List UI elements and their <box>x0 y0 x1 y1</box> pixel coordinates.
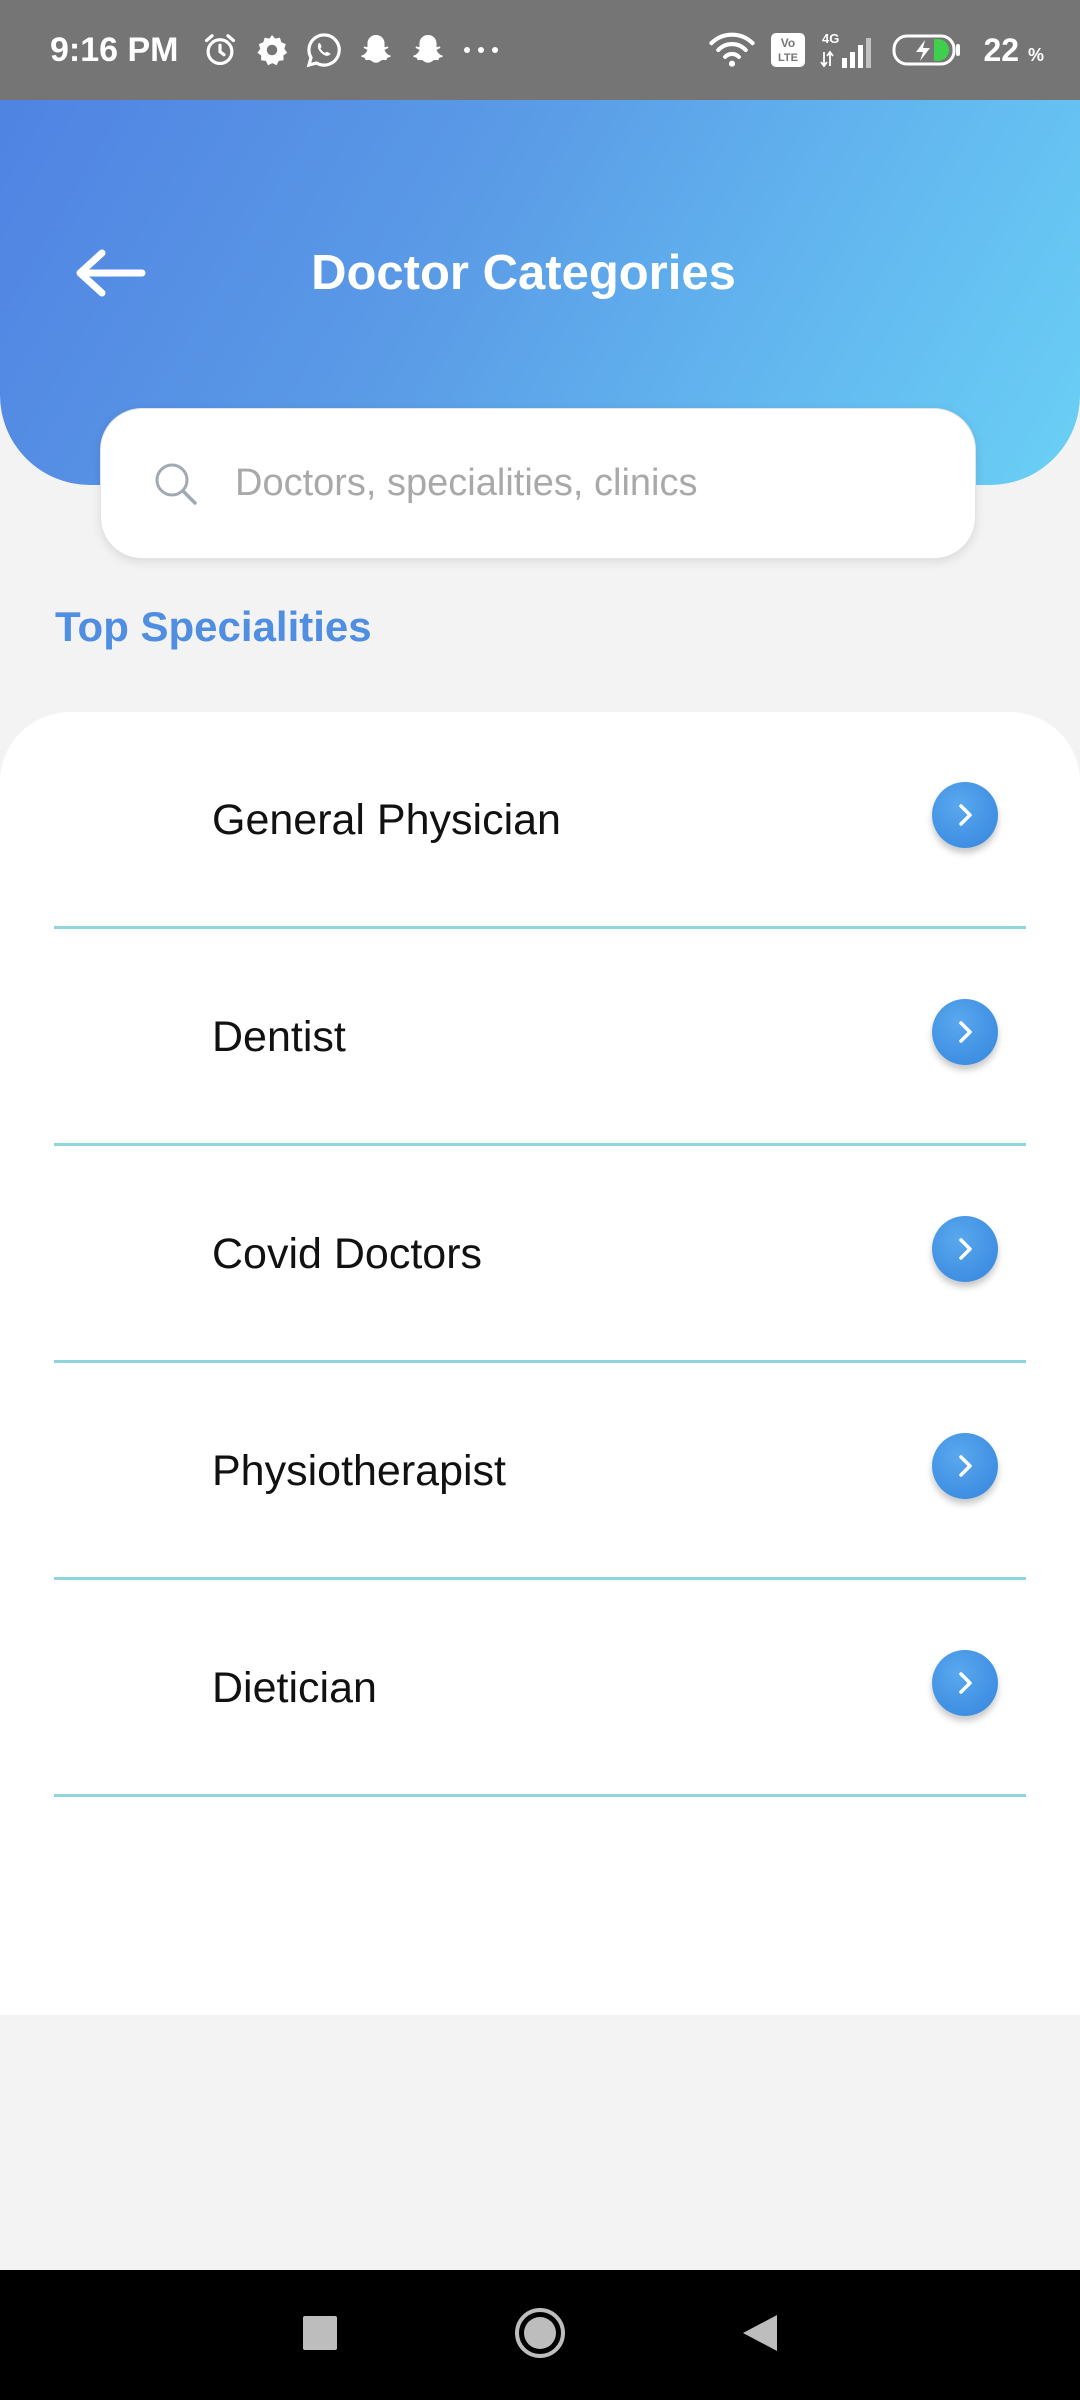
chevron-right-icon[interactable] <box>932 1433 998 1499</box>
recents-icon <box>302 2315 338 2356</box>
list-item-dietician[interactable]: Dietician <box>54 1580 1026 1797</box>
signal-icon: 4G <box>819 30 878 70</box>
chevron-right-icon[interactable] <box>932 1216 998 1282</box>
wifi-icon <box>708 31 756 69</box>
more-icon <box>461 44 501 56</box>
battery-level-value: 22 <box>983 31 1020 68</box>
list-item-label: Dentist <box>212 1013 346 1061</box>
page-title: Doctor Categories <box>311 246 736 300</box>
navigation-bar <box>0 2270 1080 2400</box>
search-input[interactable] <box>235 462 875 505</box>
volte-icon: Vo LTE <box>770 32 806 68</box>
section-title: Top Specialities <box>55 603 372 650</box>
settings-icon <box>253 31 291 69</box>
list-item-general-physician[interactable]: General Physician <box>54 712 1026 929</box>
battery-charging-icon <box>892 33 962 67</box>
list-item-covid-doctors[interactable]: Covid Doctors <box>54 1146 1026 1363</box>
screen: 9:16 PM Vo LTE 4G 22 % Doctor Categories… <box>0 0 1080 2400</box>
list-item-label: General Physician <box>212 796 561 844</box>
alarm-icon <box>201 31 239 69</box>
volte-label-top: Vo <box>780 36 794 50</box>
chevron-right-icon[interactable] <box>932 1650 998 1716</box>
list-item-label: Dietician <box>212 1664 377 1712</box>
whatsapp-icon <box>305 31 343 69</box>
back-icon <box>741 2313 779 2358</box>
snapchat-icon <box>409 31 447 69</box>
battery-level: 22 % <box>984 32 1045 69</box>
chevron-right-icon[interactable] <box>932 999 998 1065</box>
snapchat-icon <box>357 31 395 69</box>
recents-button[interactable] <box>280 2295 360 2375</box>
chevron-right-icon[interactable] <box>932 782 998 848</box>
system-back-button[interactable] <box>720 2295 800 2375</box>
volte-label-bottom: LTE <box>778 52 798 64</box>
status-bar: 9:16 PM Vo LTE 4G 22 % <box>0 0 1080 100</box>
home-icon <box>514 2307 566 2364</box>
search-box[interactable] <box>100 408 976 559</box>
home-button[interactable] <box>500 2295 580 2375</box>
search-icon <box>153 461 199 507</box>
list-item-label: Physiotherapist <box>212 1447 506 1495</box>
status-time: 9:16 PM <box>50 30 179 69</box>
list-item-physiotherapist[interactable]: Physiotherapist <box>54 1363 1026 1580</box>
list-item-dentist[interactable]: Dentist <box>54 929 1026 1146</box>
battery-level-unit: % <box>1027 44 1044 65</box>
network-type-label: 4G <box>822 31 839 46</box>
status-left: 9:16 PM <box>50 31 515 70</box>
specialities-list: General Physician Dentist Covid Doctors … <box>0 712 1080 2015</box>
list-item-label: Covid Doctors <box>212 1230 483 1278</box>
status-right: Vo LTE 4G 22 % <box>708 30 1045 70</box>
